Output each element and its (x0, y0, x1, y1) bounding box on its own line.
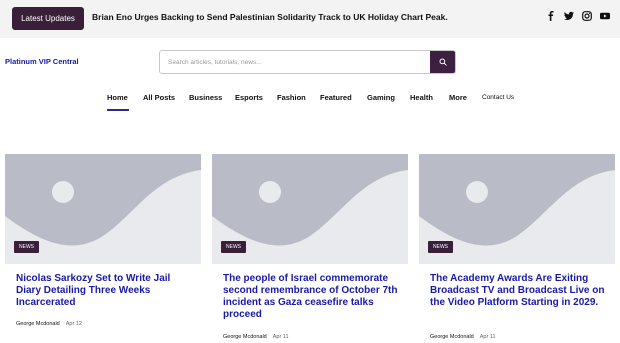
post-date: Apr 12 (65, 321, 82, 327)
nav-item-esports[interactable]: Esports (235, 93, 263, 102)
top-bar: Latest Updates Brian Eno Urges Backing t… (0, 0, 620, 38)
article-card[interactable]: NEWS Nicolas Sarkozy Set to Write Jail D… (5, 154, 201, 343)
search-bar (159, 50, 456, 74)
active-nav-underline (107, 109, 129, 111)
search-button[interactable] (430, 51, 455, 73)
article-meta: George Mcdonald Apr 11 (223, 334, 289, 340)
search-input[interactable] (160, 51, 430, 73)
nav-item-health[interactable]: Health (410, 93, 433, 102)
author-name[interactable]: George Mcdonald (16, 321, 60, 327)
site-title[interactable]: Platinum VIP Central (5, 57, 79, 66)
site-header: Platinum VIP Central (0, 38, 620, 85)
category-tag[interactable]: NEWS (221, 241, 246, 253)
article-title[interactable]: The Academy Awards Are Exiting Broadcast… (430, 273, 608, 309)
author-name[interactable]: George Mcdonald (223, 334, 267, 340)
article-card[interactable]: NEWS The Academy Awards Are Exiting Broa… (419, 154, 615, 343)
category-tag[interactable]: NEWS (14, 241, 39, 253)
instagram-icon[interactable] (582, 11, 592, 21)
article-title[interactable]: The people of Israel commemorate second … (223, 273, 401, 321)
facebook-icon[interactable] (546, 11, 556, 21)
search-icon (438, 58, 447, 66)
nav-item-contact-us[interactable]: Contact Us (482, 94, 514, 101)
nav-item-business[interactable]: Business (189, 93, 222, 102)
article-meta: George Mcdonald Apr 12 (16, 321, 82, 327)
twitter-icon[interactable] (564, 11, 574, 21)
nav-item-gaming[interactable]: Gaming (367, 93, 395, 102)
news-ticker[interactable]: Brian Eno Urges Backing to Send Palestin… (92, 12, 448, 22)
author-name[interactable]: George Mcdonald (430, 334, 474, 340)
post-date: Apr 11 (272, 334, 289, 340)
nav-item-all-posts[interactable]: All Posts (143, 93, 175, 102)
nav-item-home[interactable]: Home (107, 93, 128, 102)
nav-item-featured[interactable]: Featured (320, 93, 352, 102)
youtube-icon[interactable] (600, 11, 610, 21)
social-links (546, 11, 610, 21)
article-card[interactable]: NEWS The people of Israel commemorate se… (212, 154, 408, 343)
nav-item-fashion[interactable]: Fashion (277, 93, 306, 102)
latest-updates-button[interactable]: Latest Updates (12, 7, 84, 30)
article-meta: George Mcdonald Apr 11 (430, 334, 496, 340)
nav-item-more[interactable]: More (449, 93, 467, 102)
article-title[interactable]: Nicolas Sarkozy Set to Write Jail Diary … (16, 273, 194, 309)
category-tag[interactable]: NEWS (428, 241, 453, 253)
main-nav: Home All Posts Business Esports Fashion … (0, 85, 620, 120)
post-date: Apr 11 (479, 334, 496, 340)
